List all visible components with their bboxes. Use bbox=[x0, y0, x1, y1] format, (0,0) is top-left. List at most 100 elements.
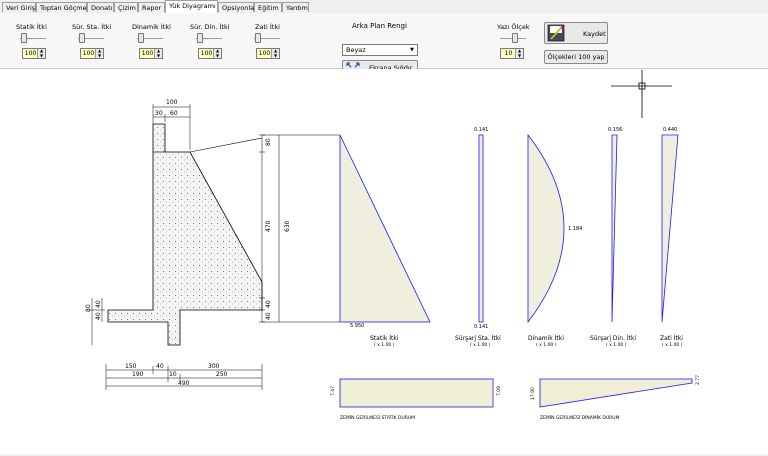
dim-right-b1: 40 bbox=[265, 300, 272, 308]
tab-cizim[interactable]: Çizim bbox=[114, 2, 138, 12]
font-scale-label: Yazı Ölçek bbox=[497, 23, 530, 31]
dinamik-itki-value[interactable]: 100 bbox=[140, 49, 155, 58]
soil-static-left: 7.47 bbox=[330, 386, 336, 396]
toolbar: Statik İtki 100 ▲ ▼ Sür. Sta. İtki 100 ▲ ▼ D… bbox=[0, 13, 768, 76]
save-button[interactable]: Kaydet bbox=[544, 22, 608, 44]
tab-yuk-diyagrami[interactable]: Yük Diyagramı bbox=[165, 0, 218, 13]
tab-rapor[interactable]: Rapor bbox=[138, 2, 165, 12]
zati-scale: ( x 1.00 ) bbox=[662, 342, 683, 348]
diagram-zati-itki: 0.440 Zati İtki ( x 1.00 ) bbox=[660, 127, 683, 348]
diagram-sursarj-sta-itki: 0.141 0.141 Sürşarj Sta. İtki ( x 1.00 ) bbox=[455, 127, 501, 348]
sur-din-itki-spinner[interactable]: 100 ▲ ▼ bbox=[198, 48, 222, 59]
statik-itki-value[interactable]: 100 bbox=[23, 49, 38, 58]
zati-itki-slider[interactable] bbox=[254, 33, 280, 44]
dinamik-mid-value: 1.184 bbox=[568, 226, 582, 232]
spinner-arrows-icon[interactable]: ▲ ▼ bbox=[95, 48, 103, 58]
sur-din-itki-value[interactable]: 100 bbox=[199, 49, 214, 58]
chevron-down-icon[interactable]: ▼ bbox=[408, 46, 416, 54]
drawing-canvas[interactable]: 100 30 60 80 470 630 40 40 40 40 80 150 … bbox=[0, 69, 768, 454]
dim-right-total: 630 bbox=[284, 220, 291, 232]
zati-itki-spinner[interactable]: 100 ▲ ▼ bbox=[256, 48, 280, 59]
soil-dynamic-label: ZEMİN GERİLMESİ DİNAMİK DURUM bbox=[540, 414, 620, 421]
dim-bottom-300: 300 bbox=[208, 363, 220, 370]
dim-left-b: 40 bbox=[95, 312, 102, 320]
dim-bottom-40: 40 bbox=[156, 363, 164, 370]
tab-opsiyonlar[interactable]: Opsiyonlar bbox=[218, 2, 257, 12]
dim-bottom-250: 250 bbox=[216, 371, 228, 378]
dinamik-itki-spinner[interactable]: 100 ▲ ▼ bbox=[139, 48, 163, 59]
soil-static-label: ZEMİN GERİLMESİ STATİK DURUM bbox=[340, 414, 415, 421]
dinamik-itki-slider[interactable] bbox=[137, 33, 163, 44]
statik-scale: ( x 1.00 ) bbox=[374, 342, 395, 348]
tab-yardim[interactable]: Yardım bbox=[282, 2, 309, 12]
save-icon bbox=[547, 24, 565, 42]
background-color-select[interactable]: Beyaz ▼ bbox=[342, 44, 418, 56]
dim-right-b2: 40 bbox=[265, 312, 272, 320]
spinner-arrows-icon[interactable]: ▲ ▼ bbox=[515, 48, 523, 58]
sursarj-din-label: Sürşarj Din. İtki bbox=[590, 335, 636, 342]
soil-stress-dynamic: 17.90 2.77 ZEMİN GERİLMESİ DİNAMİK DURUM bbox=[530, 375, 701, 421]
sur-sta-itki-label: Sür. Sta. İtki bbox=[72, 23, 112, 31]
background-color-label: Arka Plan Rengi bbox=[352, 22, 407, 30]
background-color-value: Beyaz bbox=[346, 46, 366, 54]
dim-bottom-190: 190 bbox=[132, 371, 144, 378]
tab-veri-girisi[interactable]: Veri Girişi bbox=[2, 2, 37, 12]
save-label: Kaydet bbox=[583, 30, 606, 38]
sur-din-itki-slider[interactable] bbox=[196, 33, 222, 44]
zati-itki-value[interactable]: 100 bbox=[257, 49, 272, 58]
dim-bottom-150: 150 bbox=[125, 363, 137, 370]
dim-top-right: 60 bbox=[170, 110, 178, 117]
sursarj-din-top-value: 0.156 bbox=[608, 127, 622, 133]
soil-static-right: 7.08 bbox=[496, 386, 502, 396]
sursarj-sta-scale: ( x 1.00 ) bbox=[470, 342, 491, 348]
font-scale-slider[interactable] bbox=[500, 33, 526, 44]
dim-left-a: 40 bbox=[95, 300, 102, 308]
sursarj-din-scale: ( x 1.00 ) bbox=[606, 342, 627, 348]
dim-right-mid: 470 bbox=[265, 220, 272, 232]
dinamik-label: Dinamik İtki bbox=[528, 335, 564, 342]
dim-right-top: 80 bbox=[265, 138, 272, 146]
zati-top-value: 0.440 bbox=[663, 127, 677, 133]
diagram-sursarj-din-itki: 0.156 Sürşarj Din. İtki ( x 1.00 ) bbox=[590, 127, 636, 348]
soil-dynamic-left: 17.90 bbox=[530, 387, 536, 400]
tab-donati[interactable]: Donatı bbox=[87, 2, 114, 12]
dinamik-itki-label: Dinamik İtki bbox=[132, 23, 171, 31]
zati-label: Zati İtki bbox=[660, 335, 683, 342]
dim-top: 100 bbox=[166, 99, 178, 106]
statik-itki-slider[interactable] bbox=[20, 33, 46, 44]
font-scale-value[interactable]: 10 bbox=[501, 49, 516, 58]
soil-stress-static: 7.47 7.08 ZEMİN GERİLMESİ STATİK DURUM bbox=[330, 378, 502, 421]
statik-itki-label: Statik İtki bbox=[16, 23, 47, 31]
sursarj-sta-bottom-value: 0.141 bbox=[474, 324, 488, 330]
diagram-statik-itki: 5.950 Statik İtki ( x 1.00 ) bbox=[339, 134, 431, 348]
diagram-dinamik-itki: 1.184 Dinamik İtki ( x 1.00 ) bbox=[527, 133, 582, 348]
tab-egitim[interactable]: Eğitim bbox=[254, 2, 282, 12]
retaining-wall bbox=[107, 123, 263, 346]
scale-100-button[interactable]: Ölçekleri 100 yap bbox=[544, 50, 608, 64]
font-scale-spinner[interactable]: 10 ▲ ▼ bbox=[500, 48, 524, 59]
statik-label: Statik İtki bbox=[370, 335, 399, 342]
sur-sta-itki-value[interactable]: 100 bbox=[81, 49, 96, 58]
sur-sta-itki-slider[interactable] bbox=[78, 33, 104, 44]
sursarj-sta-top-value: 0.141 bbox=[474, 127, 488, 133]
dim-bottom-total: 490 bbox=[178, 380, 190, 387]
sur-sta-itki-spinner[interactable]: 100 ▲ ▼ bbox=[80, 48, 104, 59]
zati-itki-label: Zati İtki bbox=[255, 23, 280, 31]
tab-toptan-gocme[interactable]: Toptan Göçme bbox=[36, 2, 87, 12]
dinamik-scale: ( x 1.00 ) bbox=[536, 342, 557, 348]
statik-bottom-value: 5.950 bbox=[350, 323, 364, 329]
sur-din-itki-label: Sür. Din. İtki bbox=[190, 23, 230, 31]
load-diagram-drawing: 100 30 60 80 470 630 40 40 40 40 80 150 … bbox=[85, 70, 701, 421]
spinner-arrows-icon[interactable]: ▲ ▼ bbox=[271, 48, 279, 58]
tab-bar: Veri Girişi Toptan Göçme Donatı Çizim Ra… bbox=[0, 0, 768, 14]
dim-bottom-10: 10 bbox=[169, 371, 177, 378]
spinner-arrows-icon[interactable]: ▲ ▼ bbox=[154, 48, 162, 58]
spinner-arrows-icon[interactable]: ▲ ▼ bbox=[37, 48, 45, 58]
crosshair-cursor-icon bbox=[611, 70, 672, 118]
spinner-arrows-icon[interactable]: ▲ ▼ bbox=[213, 48, 221, 58]
statik-itki-spinner[interactable]: 100 ▲ ▼ bbox=[22, 48, 46, 59]
soil-dynamic-right: 2.77 bbox=[695, 375, 701, 385]
dim-left-c: 80 bbox=[85, 304, 92, 312]
sursarj-sta-label: Sürşarj Sta. İtki bbox=[455, 335, 501, 342]
dim-top-left: 30 bbox=[155, 110, 163, 117]
